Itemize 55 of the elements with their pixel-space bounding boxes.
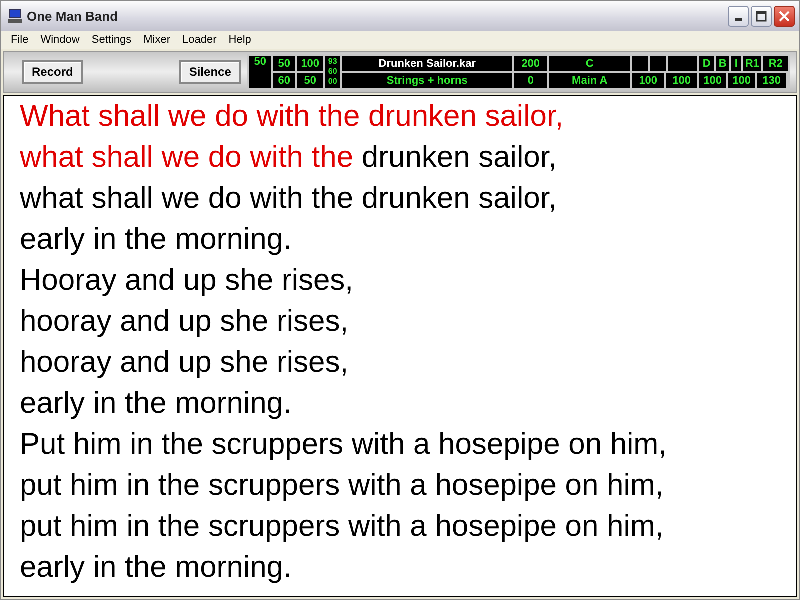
display-readout: D [699,56,714,71]
menu-item[interactable]: Window [34,34,86,46]
minimize-button[interactable] [728,6,749,26]
lyric-line: Put him in the scruppers with a hosepipe on him, [20,427,668,463]
display-readout: 50 [297,73,324,88]
menu-item[interactable]: Settings [86,34,138,46]
record-button[interactable]: Record [22,60,84,84]
silence-button[interactable]: Silence [179,60,242,84]
display-readout: C [549,56,630,71]
close-button[interactable] [774,6,795,26]
display-readout: Main A [549,73,630,88]
display-readout: 60 [328,67,338,77]
display-readout: Drunken Sailor.kar [342,56,512,71]
lyric-line: put him in the scruppers with a hosepipe on him, [20,509,665,545]
display-readout: 50 [249,56,272,88]
lyric-line: hooray and up she rises, [20,345,350,381]
computer-icon [7,8,23,24]
display-readout: 100 [728,73,756,88]
menu-item[interactable]: Help [222,34,258,46]
display-readout: 60 [273,73,296,88]
menu-item[interactable]: Loader [176,34,223,46]
maximize-button[interactable] [751,6,772,26]
lyric-line: What shall we do with the drunken sailor, [20,99,565,135]
display-readout: 100 [632,73,664,88]
lyric-line: put him in the scruppers with a hosepipe on him, [20,468,665,504]
display-readout: Strings + horns [342,73,512,88]
display-readout: I [731,56,742,71]
lyric-line: early in the morning. [20,386,293,422]
blank-display-cell [650,56,666,71]
display-readout: 200 [514,56,548,71]
display-readout: 130 [757,73,786,88]
display-readout: R2 [763,56,788,71]
lyric-line: hooray and up she rises, [20,304,350,340]
menu-item[interactable]: File [5,34,35,46]
display-readout: 100 [297,56,324,71]
display-readout: 00 [328,77,338,87]
display-readout: 93 [328,57,338,67]
display-readout: B [716,56,730,71]
lyric-line: early in the morning. [20,550,293,586]
display-readout: 100 [699,73,726,88]
lyric-line: early in the morning. [20,222,293,258]
display-readout: 0 [514,73,548,88]
menu-item[interactable]: Mixer [138,34,176,46]
maximize-icon [756,10,767,22]
display-readout: 50 [273,56,296,71]
close-icon [779,10,790,22]
window-title: One Man Band [27,8,120,24]
lyric-line: Hooray and up she rises, [20,263,355,299]
blank-display-cell [632,56,648,71]
blank-display-cell [668,56,698,71]
display-readout: 100 [666,73,698,88]
display-readout: R1 [743,56,762,71]
lyric-line: what shall we do with the drunken sailor, [20,181,558,217]
minimize-icon [735,18,742,21]
lyric-line: what shall we do with the drunken sailor, [20,140,558,176]
